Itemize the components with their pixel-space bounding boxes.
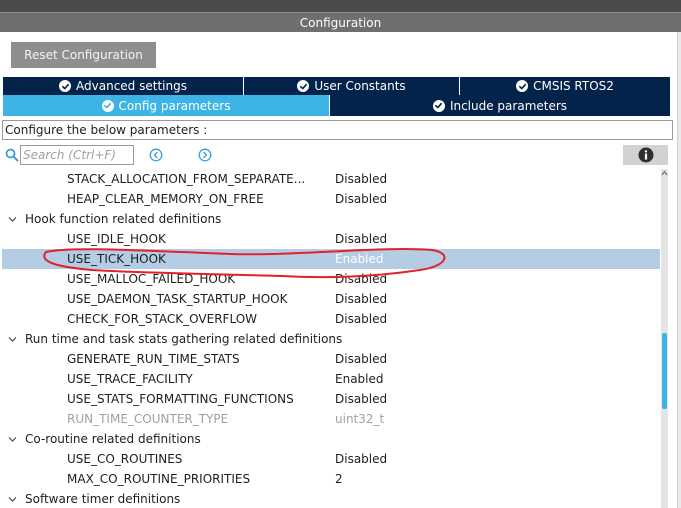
tab-user-constants[interactable]: User Constants	[244, 77, 460, 95]
tree-row[interactable]: STACK_ALLOCATION_FROM_SEPARATE... Disable…	[2, 169, 660, 189]
tree-row[interactable]: USE_DAEMON_TASK_STARTUP_HOOK Disabled	[2, 289, 660, 309]
top-strip	[0, 0, 681, 12]
parameter-value[interactable]: Disabled	[335, 269, 387, 289]
group-label: Co-routine related definitions	[25, 432, 201, 446]
tab-row-1: Advanced settings User Constants CMSIS R…	[3, 77, 670, 95]
tab-include-parameters[interactable]: Include parameters	[330, 95, 670, 116]
tree-row[interactable]: RUN_TIME_COUNTER_TYPE uint32_t	[2, 409, 660, 429]
tab-cmsis-rtos2[interactable]: CMSIS RTOS2	[460, 77, 670, 95]
parameter-value[interactable]: Disabled	[335, 389, 387, 409]
check-circle-icon	[297, 80, 310, 92]
scrollbar-thumb[interactable]	[662, 333, 667, 409]
check-circle-icon	[516, 80, 529, 92]
parameter-value[interactable]: 2	[335, 469, 343, 489]
tree-row[interactable]: HEAP_CLEAR_MEMORY_ON_FREE Disabled	[2, 189, 660, 209]
parameter-name: RUN_TIME_COUNTER_TYPE	[67, 412, 229, 426]
parameter-value[interactable]: Disabled	[335, 349, 387, 369]
info-button[interactable]	[623, 145, 668, 165]
tree-row[interactable]: CHECK_FOR_STACK_OVERFLOW Disabled	[2, 309, 660, 329]
scroll-up-icon[interactable]	[661, 169, 668, 177]
parameter-name: USE_STATS_FORMATTING_FUNCTIONS	[67, 392, 294, 406]
parameter-name: USE_IDLE_HOOK	[67, 232, 166, 246]
right-edge	[677, 32, 681, 508]
parameter-name: STACK_ALLOCATION_FROM_SEPARATE...	[67, 172, 306, 186]
tree-row[interactable]: GENERATE_RUN_TIME_STATS Disabled	[2, 349, 660, 369]
parameter-value[interactable]: Disabled	[335, 169, 387, 189]
tab-label: CMSIS RTOS2	[533, 79, 614, 93]
parameter-value[interactable]: uint32_t	[335, 409, 384, 429]
tree-group[interactable]: Co-routine related definitions	[2, 429, 660, 449]
parameter-value[interactable]: Disabled	[335, 309, 387, 329]
tree-group[interactable]: Hook function related definitions	[2, 209, 660, 229]
panel-title: Configuration	[0, 12, 681, 32]
parameter-value[interactable]: Enabled	[335, 249, 384, 269]
tree-group[interactable]: Run time and task stats gathering relate…	[2, 329, 660, 349]
tab-advanced-settings[interactable]: Advanced settings	[3, 77, 244, 95]
tree-row[interactable]: USE_CO_ROUTINES Disabled	[2, 449, 660, 469]
search-icon	[5, 148, 19, 162]
tab-label: Config parameters	[118, 98, 231, 113]
parameter-name: USE_DAEMON_TASK_STARTUP_HOOK	[67, 292, 288, 306]
tab-label: Include parameters	[449, 98, 568, 113]
chevron-down-icon[interactable]	[8, 495, 17, 504]
tab-config-parameters[interactable]: Config parameters	[3, 95, 330, 116]
tree-row[interactable]: USE_STATS_FORMATTING_FUNCTIONS Disabled	[2, 389, 660, 409]
parameter-name: MAX_CO_ROUTINE_PRIORITIES	[67, 472, 251, 486]
tree-row[interactable]: USE_IDLE_HOOK Disabled	[2, 229, 660, 249]
check-circle-icon	[101, 99, 114, 112]
group-label: Run time and task stats gathering relate…	[25, 332, 343, 346]
tab-row-2: Config parameters Include parameters	[3, 95, 670, 116]
parameter-name: HEAP_CLEAR_MEMORY_ON_FREE	[67, 192, 264, 206]
tree-row[interactable]: USE_TRACE_FACILITY Enabled	[2, 369, 660, 389]
reset-configuration-button[interactable]: Reset Configuration	[11, 42, 156, 68]
tab-label: Advanced settings	[76, 79, 187, 93]
tree-row[interactable]: MAX_CO_ROUTINE_PRIORITIES 2	[2, 469, 660, 489]
parameter-name: GENERATE_RUN_TIME_STATS	[67, 352, 240, 366]
chevron-down-icon[interactable]	[8, 435, 17, 444]
parameter-value[interactable]: Enabled	[335, 369, 384, 389]
parameter-value[interactable]: Disabled	[335, 189, 387, 209]
next-match-icon[interactable]	[198, 148, 212, 162]
parameter-value[interactable]: Disabled	[335, 229, 387, 249]
previous-match-icon[interactable]	[149, 148, 163, 162]
parameter-value[interactable]: Disabled	[335, 289, 387, 309]
instruction-text: Configure the below parameters :	[2, 120, 673, 140]
info-icon	[638, 147, 653, 163]
group-label: Software timer definitions	[25, 492, 181, 506]
check-circle-icon	[432, 99, 445, 112]
tree-row[interactable]: USE_TICK_HOOK Enabled	[2, 249, 660, 269]
parameter-name: USE_TICK_HOOK	[67, 252, 166, 266]
search-input[interactable]	[20, 145, 134, 165]
parameter-name: USE_CO_ROUTINES	[67, 452, 183, 466]
parameter-name: USE_TRACE_FACILITY	[67, 372, 193, 386]
parameter-name: USE_MALLOC_FAILED_HOOK	[67, 272, 236, 286]
parameter-value[interactable]: Disabled	[335, 449, 387, 469]
chevron-down-icon[interactable]	[8, 215, 17, 224]
group-label: Hook function related definitions	[25, 212, 222, 226]
tree-row[interactable]: USE_MALLOC_FAILED_HOOK Disabled	[2, 269, 660, 289]
tab-label: User Constants	[314, 79, 406, 93]
parameter-tree: STACK_ALLOCATION_FROM_SEPARATE... Disable…	[2, 169, 660, 508]
parameter-name: CHECK_FOR_STACK_OVERFLOW	[67, 312, 258, 326]
search-bar	[0, 144, 681, 166]
check-circle-icon	[59, 80, 72, 92]
chevron-down-icon[interactable]	[8, 335, 17, 344]
tree-group[interactable]: Software timer definitions	[2, 489, 660, 508]
